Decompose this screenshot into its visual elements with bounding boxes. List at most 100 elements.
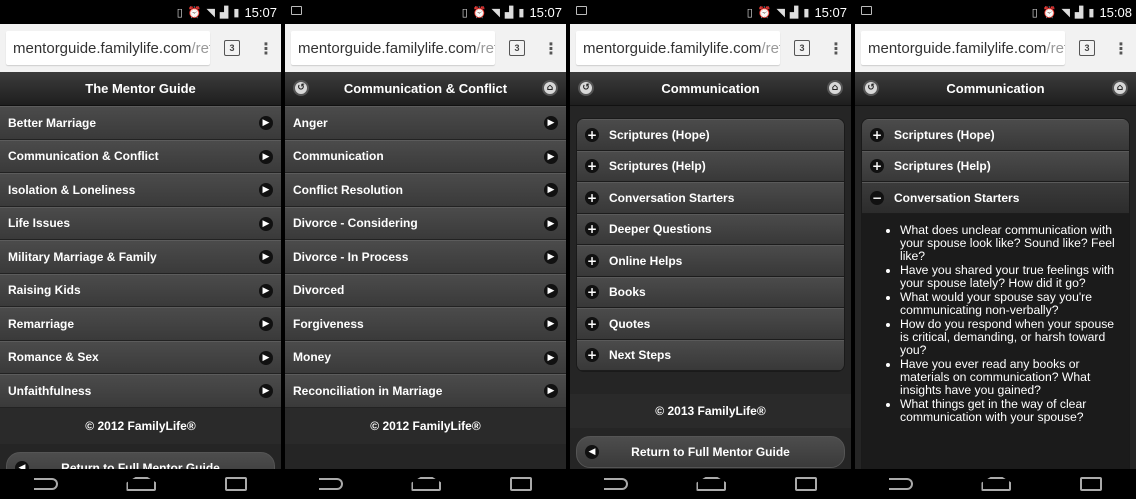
- list-item[interactable]: Conflict Resolution ▶: [285, 173, 566, 207]
- browser-url-bar: mentorguide.familylife.com/refi 3 ⋮: [0, 24, 281, 72]
- section-scriptures-help[interactable]: + Scriptures (Help): [862, 150, 1129, 182]
- list-item[interactable]: Communication ▶: [285, 139, 566, 173]
- topic-list: Better Marriage ▶ Communication & Conflic…: [0, 106, 281, 408]
- wifi-icon: ◥: [206, 5, 215, 19]
- home-icon[interactable]: ⌂: [1112, 80, 1128, 96]
- list-item[interactable]: Anger ▶: [285, 106, 566, 140]
- section-scriptures-hope[interactable]: + Scriptures (Hope): [862, 119, 1129, 151]
- home-icon[interactable]: ⌂: [827, 80, 843, 96]
- status-time: 15:08: [1099, 4, 1132, 20]
- list-item[interactable]: Forgiveness ▶: [285, 307, 566, 341]
- list-item[interactable]: Life Issues ▶: [0, 206, 281, 240]
- section-scriptures-help[interactable]: + Scriptures (Help): [577, 150, 844, 182]
- home-icon[interactable]: [696, 477, 727, 491]
- wifi-icon: ◥: [491, 5, 500, 19]
- page-content: ↺ Communication ⌂ + Scriptures (Hope) + Sc…: [855, 72, 1136, 469]
- section-deeper-questions[interactable]: + Deeper Questions: [577, 213, 844, 245]
- home-icon[interactable]: [411, 477, 442, 491]
- home-icon[interactable]: [126, 477, 157, 491]
- list-item: What things get in the way of clear comm…: [900, 397, 1119, 424]
- chevron-right-icon: ▶: [544, 149, 558, 164]
- page-header: ↺ Communication & Conflict ⌂: [285, 72, 566, 106]
- url-field[interactable]: mentorguide.familylife.com/refi: [6, 31, 210, 65]
- url-field[interactable]: mentorguide.familylife.com/refi: [576, 31, 780, 65]
- alarm-icon: ⏰: [187, 5, 202, 19]
- list-item[interactable]: Reconciliation in Marriage ▶: [285, 374, 566, 408]
- copyright-footer: © 2012 FamilyLife®: [0, 407, 281, 444]
- list-item: Have you ever read any books or material…: [900, 357, 1119, 397]
- recent-apps-icon[interactable]: [509, 477, 532, 491]
- section-quotes[interactable]: + Quotes: [577, 308, 844, 340]
- plus-icon: +: [585, 253, 599, 268]
- plus-icon: +: [585, 127, 599, 142]
- list-item: What does unclear communication with you…: [900, 223, 1119, 263]
- list-item[interactable]: Raising Kids ▶: [0, 273, 281, 307]
- url-field[interactable]: mentorguide.familylife.com/refi: [291, 31, 495, 65]
- overflow-menu-icon[interactable]: ⋮: [258, 39, 274, 58]
- list-item[interactable]: Isolation & Loneliness ▶: [0, 173, 281, 207]
- alarm-icon: ⏰: [1042, 5, 1057, 19]
- recent-apps-icon[interactable]: [224, 477, 247, 491]
- back-icon[interactable]: ↺: [293, 80, 309, 96]
- back-icon[interactable]: ↺: [578, 80, 594, 96]
- signal-icon: ▟: [504, 5, 514, 19]
- plus-icon: +: [585, 159, 599, 174]
- back-icon[interactable]: [889, 478, 914, 490]
- vibrate-icon: ▯: [1031, 5, 1038, 19]
- page-header: ↺ Communication ⌂: [855, 72, 1136, 106]
- return-to-guide-button[interactable]: ◀ Return to Full Mentor Guide: [576, 436, 845, 468]
- phone-screen-3: ▯ ⏰ ◥ ▟ ▮ 15:07 mentorguide.familylife.c…: [570, 0, 851, 499]
- list-item[interactable]: Divorce - In Process ▶: [285, 240, 566, 274]
- plus-icon: +: [585, 348, 599, 363]
- back-icon[interactable]: [319, 478, 344, 490]
- section-books[interactable]: + Books: [577, 276, 844, 308]
- android-nav-bar: [285, 469, 566, 499]
- tab-switcher-button[interactable]: 3: [1079, 40, 1095, 56]
- list-item[interactable]: Military Marriage & Family ▶: [0, 240, 281, 274]
- list-item[interactable]: Communication & Conflict ▶: [0, 139, 281, 173]
- tab-switcher-button[interactable]: 3: [794, 40, 810, 56]
- home-icon[interactable]: ⌂: [542, 80, 558, 96]
- home-icon[interactable]: [981, 477, 1012, 491]
- section-next-steps[interactable]: + Next Steps: [577, 339, 844, 371]
- alarm-icon: ⏰: [757, 5, 772, 19]
- chevron-right-icon: ▶: [544, 183, 558, 197]
- browser-url-bar: mentorguide.familylife.com/refi 3 ⋮: [570, 24, 851, 72]
- battery-icon: ▮: [518, 5, 525, 19]
- phone-screen-1: ▯ ⏰ ◥ ▟ ▮ 15:07 mentorguide.familylife.c…: [0, 0, 281, 499]
- section-online-helps[interactable]: + Online Helps: [577, 245, 844, 277]
- list-item[interactable]: Money ▶: [285, 340, 566, 374]
- page-content: ↺ Communication ⌂ + Scriptures (Hope) + Sc…: [570, 72, 851, 469]
- recent-apps-icon[interactable]: [794, 477, 817, 491]
- recent-apps-icon[interactable]: [1079, 477, 1102, 491]
- collapsible-section-list: + Scriptures (Hope) + Scriptures (Help) + C…: [576, 118, 845, 372]
- conversation-starters-content: What does unclear communication with you…: [862, 213, 1129, 469]
- section-scriptures-hope[interactable]: + Scriptures (Hope): [577, 119, 844, 151]
- back-icon[interactable]: [34, 478, 59, 490]
- list-item[interactable]: Divorce - Considering ▶: [285, 206, 566, 240]
- url-field[interactable]: mentorguide.familylife.com/refi: [861, 31, 1065, 65]
- list-item[interactable]: Remarriage ▶: [0, 307, 281, 341]
- tab-switcher-button[interactable]: 3: [224, 40, 240, 56]
- list-item[interactable]: Better Marriage ▶: [0, 106, 281, 140]
- section-conversation-starters[interactable]: − Conversation Starters: [862, 182, 1129, 214]
- overflow-menu-icon[interactable]: ⋮: [543, 39, 559, 58]
- back-icon[interactable]: ↺: [863, 80, 879, 96]
- plus-icon: +: [585, 316, 599, 331]
- overflow-menu-icon[interactable]: ⋮: [1113, 39, 1129, 58]
- section-conversation-starters[interactable]: + Conversation Starters: [577, 182, 844, 214]
- chevron-right-icon: ▶: [259, 350, 273, 365]
- return-to-guide-button[interactable]: ◀ Return to Full Mentor Guide: [6, 451, 275, 469]
- notification-image-icon: [291, 6, 302, 15]
- list-item[interactable]: Romance & Sex ▶: [0, 340, 281, 374]
- tab-switcher-button[interactable]: 3: [509, 40, 525, 56]
- status-bar: ▯ ⏰ ◥ ▟ ▮ 15:07: [0, 0, 281, 24]
- back-icon[interactable]: [604, 478, 629, 490]
- list-item[interactable]: Divorced ▶: [285, 273, 566, 307]
- list-item[interactable]: Unfaithfulness ▶: [0, 374, 281, 408]
- chevron-left-icon: ◀: [15, 460, 29, 469]
- chevron-right-icon: ▶: [259, 116, 273, 130]
- overflow-menu-icon[interactable]: ⋮: [828, 39, 844, 58]
- chevron-right-icon: ▶: [259, 317, 273, 331]
- plus-icon: +: [870, 159, 884, 174]
